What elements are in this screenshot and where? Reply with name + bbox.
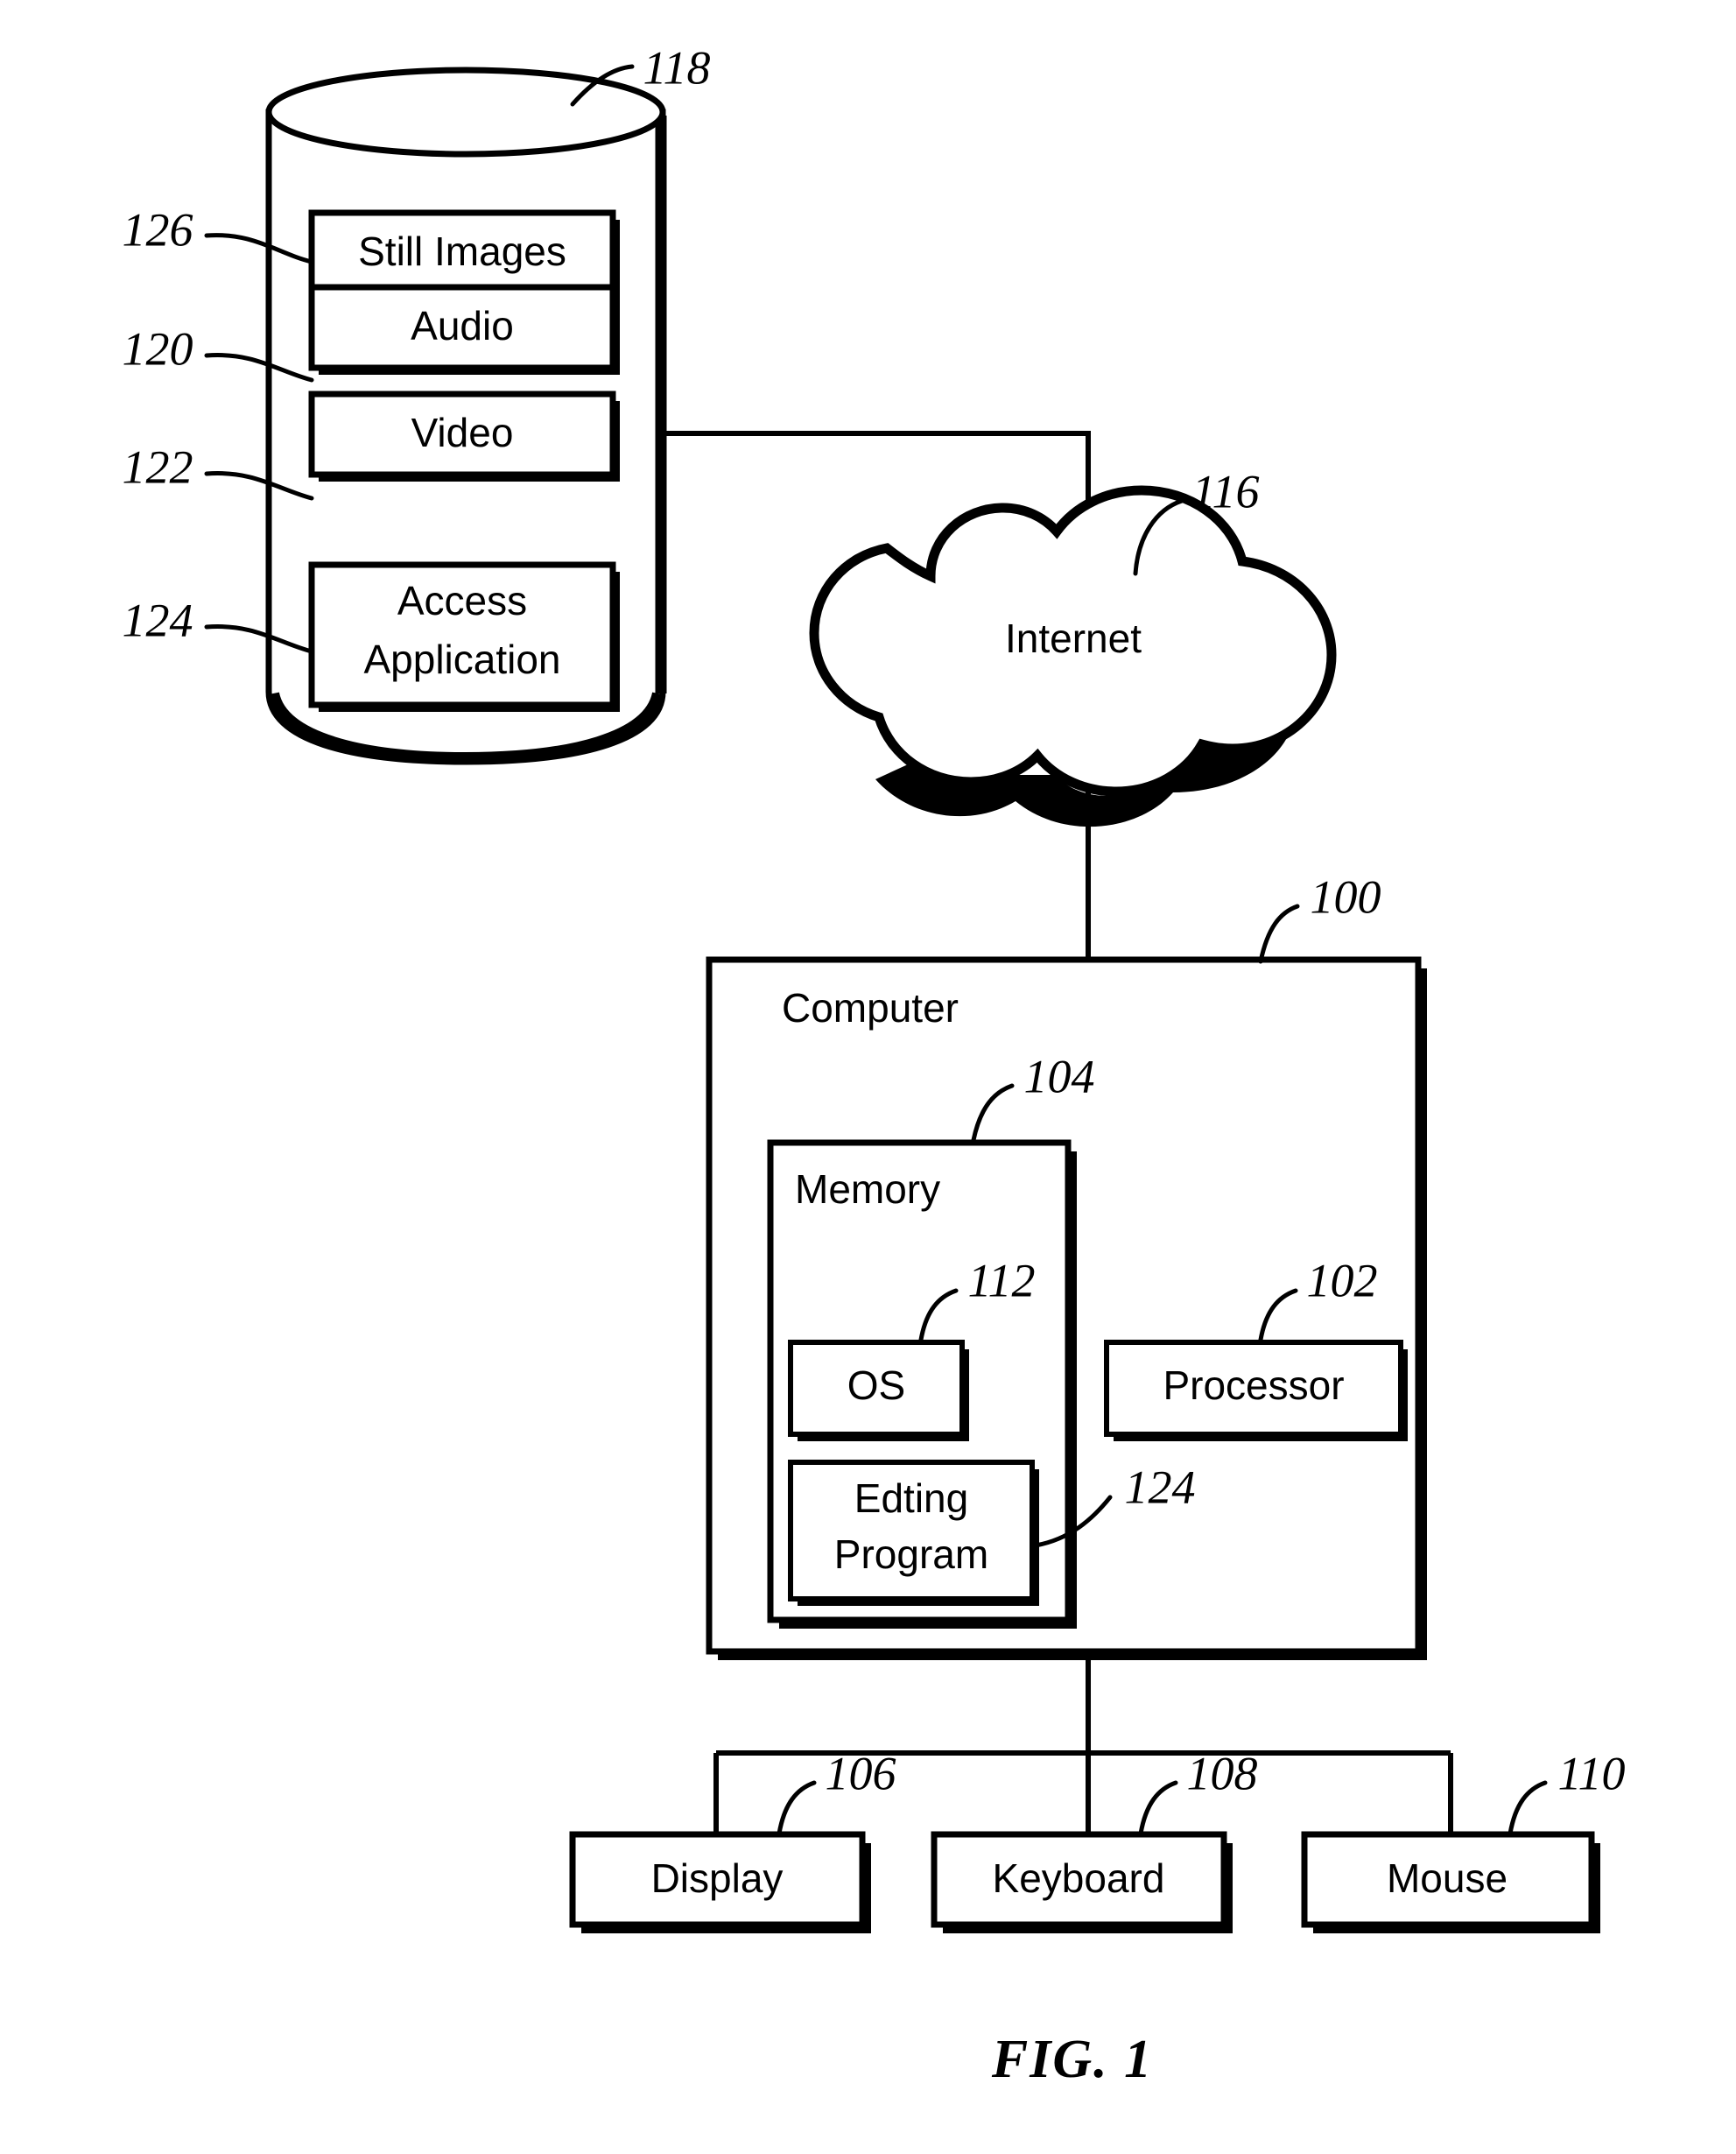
storage-item-label-video: Video	[411, 410, 514, 455]
storage-item-video: Video	[308, 391, 620, 482]
ref-number-118: 118	[643, 41, 711, 94]
ref-number-102: 102	[1307, 1254, 1378, 1306]
ref-number-124-storage: 124	[123, 594, 193, 646]
os-box: OS	[788, 1340, 969, 1441]
storage-item-label-audio: Audio	[411, 303, 514, 348]
ref-number-124-editing-program: 124	[1125, 1461, 1196, 1513]
ref-108: 108	[1138, 1747, 1258, 1836]
display-label: Display	[651, 1855, 784, 1901]
storage-item-label-access-application-line2: Application	[363, 637, 560, 682]
link-computer-to-peripherals	[713, 1653, 1453, 1837]
ref-110: 110	[1508, 1747, 1626, 1836]
figure-caption: FIG. 1	[991, 2030, 1153, 2089]
patent-figure: Still Images Audio Video Access Applicat…	[0, 0, 1736, 2154]
editing-program-label-line1: Edting	[854, 1475, 968, 1521]
ref-number-108: 108	[1187, 1747, 1258, 1799]
memory-label: Memory	[795, 1166, 940, 1212]
processor-label: Processor	[1163, 1362, 1344, 1408]
os-label: OS	[847, 1362, 905, 1408]
ref-number-122: 122	[123, 440, 193, 493]
storage-item-audio: Audio	[308, 284, 620, 375]
ref-106: 106	[777, 1747, 896, 1836]
internet-label: Internet	[1005, 616, 1142, 661]
editing-program-box: Edting Program	[788, 1460, 1039, 1606]
ref-number-100: 100	[1311, 870, 1381, 923]
storage-item-access-application: Access Application	[308, 561, 620, 712]
internet-cloud: Internet	[809, 485, 1337, 827]
ref-number-116: 116	[1192, 465, 1260, 517]
ref-number-112: 112	[968, 1254, 1036, 1306]
ref-number-104: 104	[1024, 1050, 1095, 1102]
ref-100: 100	[1258, 870, 1381, 964]
ref-number-126: 126	[123, 203, 193, 256]
processor-box: Processor	[1104, 1340, 1408, 1441]
diagram-canvas: Still Images Audio Video Access Applicat…	[123, 41, 1626, 2089]
storage-item-label-access-application-line1: Access	[397, 578, 527, 623]
ref-number-106: 106	[826, 1747, 896, 1799]
peripheral-keyboard: Keyboard	[931, 1831, 1233, 1933]
peripheral-display: Display	[569, 1831, 871, 1933]
peripheral-mouse: Mouse	[1301, 1831, 1600, 1933]
ref-number-120: 120	[123, 322, 193, 375]
keyboard-label: Keyboard	[993, 1855, 1165, 1901]
storage-item-label-still-images: Still Images	[358, 229, 566, 274]
editing-program-label-line2: Program	[834, 1531, 988, 1577]
computer-label: Computer	[782, 985, 959, 1031]
ref-number-110: 110	[1558, 1747, 1626, 1799]
mouse-label: Mouse	[1387, 1855, 1508, 1901]
